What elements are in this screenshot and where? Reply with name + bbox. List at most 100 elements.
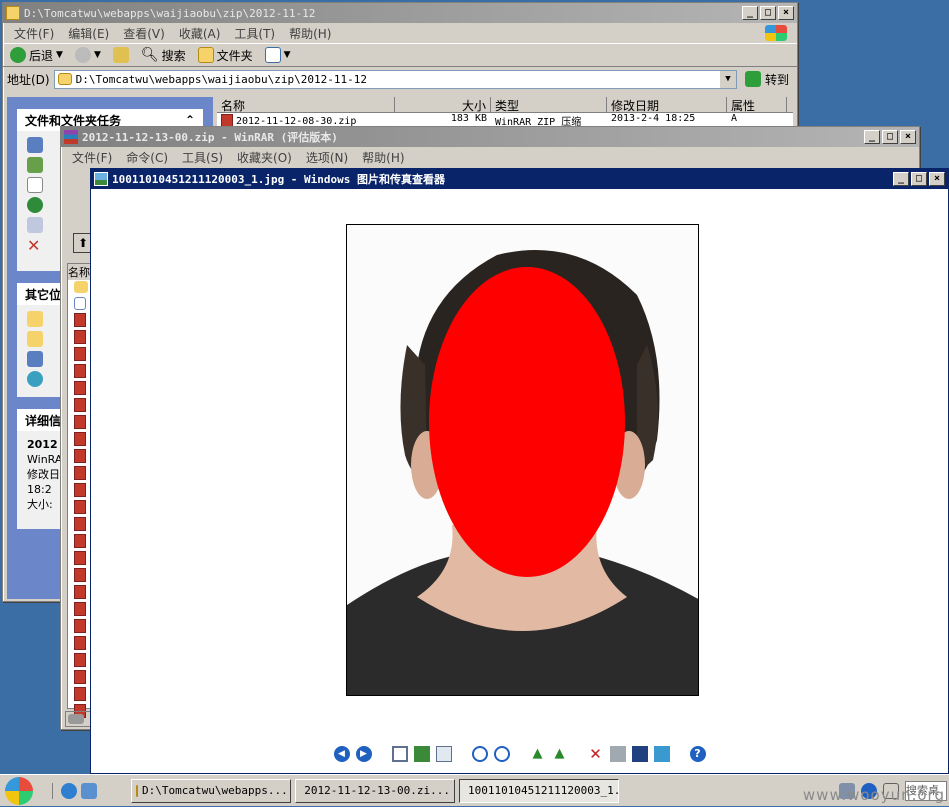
address-input[interactable]: D:\Tomcatwu\webapps\waijiaobu\zip\2012-1… <box>54 70 737 89</box>
show-desktop-icon[interactable] <box>81 783 97 799</box>
image-file-icon <box>74 653 86 667</box>
back-arrow-icon <box>10 47 26 63</box>
image-file-icon <box>74 670 86 684</box>
menu-file[interactable]: 文件(F) <box>67 149 117 166</box>
winrar-titlebar[interactable]: 2012-11-12-13-00.zip - WinRAR (评估版本) _ □… <box>61 127 919 147</box>
edit-image-icon[interactable] <box>654 746 670 762</box>
copy-icon <box>27 177 43 193</box>
image-file-icon <box>74 551 86 565</box>
maximize-button[interactable]: □ <box>882 130 898 144</box>
column-name[interactable]: 名称 <box>217 97 395 112</box>
windows-logo-icon <box>5 777 33 805</box>
menu-help[interactable]: 帮助(H) <box>357 149 409 166</box>
chevron-down-icon: ▼ <box>284 50 291 60</box>
previous-image-icon[interactable]: ◀ <box>334 746 350 762</box>
chevron-down-icon: ▼ <box>56 50 63 60</box>
menu-options[interactable]: 选项(N) <box>301 149 353 166</box>
up-folder-button[interactable] <box>110 47 132 63</box>
best-fit-icon[interactable] <box>392 746 408 762</box>
image-file-icon <box>74 687 86 701</box>
column-type[interactable]: 类型 <box>491 97 607 112</box>
menu-file[interactable]: 文件(F) <box>9 25 59 42</box>
maximize-button[interactable]: □ <box>760 6 776 20</box>
winrar-title: 2012-11-12-13-00.zip - WinRAR (评估版本) <box>82 129 864 145</box>
zoom-out-icon[interactable] <box>494 746 510 762</box>
portrait-image <box>347 225 699 696</box>
network-icon <box>27 371 43 387</box>
column-size[interactable]: 大小 <box>395 97 491 112</box>
column-date[interactable]: 修改日期 <box>607 97 727 112</box>
folder-icon <box>58 73 72 85</box>
go-button[interactable]: 转到 <box>741 71 793 88</box>
image-file-icon <box>74 313 86 327</box>
help-icon[interactable]: ? <box>690 746 706 762</box>
close-button[interactable]: × <box>778 6 794 20</box>
viewer-toolbar: ◀ ▶ ▲ ▲ ✕ ? <box>91 743 948 765</box>
actual-size-icon[interactable] <box>414 746 430 762</box>
slideshow-icon[interactable] <box>436 746 452 762</box>
minimize-button[interactable]: _ <box>893 172 909 186</box>
winrar-icon <box>64 130 78 144</box>
minimize-button[interactable]: _ <box>742 6 758 20</box>
menu-favorites[interactable]: 收藏(A) <box>174 25 226 42</box>
parent-folder-icon <box>74 281 88 293</box>
documents-icon <box>27 331 43 347</box>
taskbar-item-explorer[interactable]: D:\Tomcatwu\webapps... <box>131 779 291 803</box>
taskbar-item-viewer[interactable]: 10011010451211120003_1.jpg... <box>459 779 619 803</box>
delete-icon[interactable]: ✕ <box>588 746 604 762</box>
minimize-button[interactable]: _ <box>864 130 880 144</box>
menu-edit[interactable]: 编辑(E) <box>63 25 114 42</box>
image-file-icon <box>74 364 86 378</box>
menu-favorites[interactable]: 收藏夹(O) <box>232 149 297 166</box>
menu-help[interactable]: 帮助(H) <box>284 25 336 42</box>
folders-icon <box>198 47 214 63</box>
watermark: www.wooyun.org <box>803 786 945 804</box>
folder-icon <box>136 785 138 797</box>
chevron-down-icon[interactable]: ▼ <box>720 71 736 88</box>
viewer-titlebar[interactable]: 10011010451211120003_1.jpg - Windows 图片和… <box>91 169 948 189</box>
image-viewer-window[interactable]: 10011010451211120003_1.jpg - Windows 图片和… <box>90 168 949 774</box>
back-button[interactable]: 后退 ▼ <box>7 47 66 64</box>
explorer-titlebar[interactable]: D:\Tomcatwu\webapps\waijiaobu\zip\2012-1… <box>3 3 797 23</box>
explorer-toolbar: 后退 ▼ ▼ 🔍︎ 搜索 文件夹 ▼ <box>3 43 797 67</box>
menu-tools[interactable]: 工具(S) <box>177 149 228 166</box>
rotate-counterclockwise-icon[interactable]: ▲ <box>552 746 568 762</box>
email-icon <box>27 217 43 233</box>
face-mask <box>429 267 625 577</box>
publish-icon <box>27 197 43 213</box>
rotate-clockwise-icon[interactable]: ▲ <box>530 746 546 762</box>
image-file-icon <box>74 415 86 429</box>
photo <box>346 224 699 696</box>
address-label: 地址(D) <box>7 71 50 88</box>
image-file-icon <box>74 585 86 599</box>
up-folder-icon <box>113 47 129 63</box>
menu-commands[interactable]: 命令(C) <box>121 149 173 166</box>
search-button[interactable]: 🔍︎ 搜索 <box>138 47 189 64</box>
maximize-button[interactable]: □ <box>911 172 927 186</box>
image-file-icon <box>74 347 86 361</box>
move-icon <box>27 157 43 173</box>
column-attr[interactable]: 属性 <box>727 97 787 112</box>
start-button[interactable] <box>0 775 38 807</box>
close-button[interactable]: × <box>900 130 916 144</box>
close-button[interactable]: × <box>929 172 945 186</box>
zoom-in-icon[interactable] <box>472 746 488 762</box>
folders-button[interactable]: 文件夹 <box>195 47 256 64</box>
forward-button[interactable]: ▼ <box>72 47 104 63</box>
search-icon: 🔍︎ <box>141 47 159 63</box>
windows-logo-icon <box>765 25 787 41</box>
quick-launch <box>52 783 105 799</box>
menu-view[interactable]: 查看(V) <box>118 25 170 42</box>
chevron-down-icon: ▼ <box>94 50 101 60</box>
image-file-icon <box>74 466 86 480</box>
collapse-icon[interactable]: ⌃ <box>185 113 195 127</box>
print-icon[interactable] <box>610 746 626 762</box>
image-file-icon <box>74 398 86 412</box>
next-image-icon[interactable]: ▶ <box>356 746 372 762</box>
internet-explorer-icon[interactable] <box>61 783 77 799</box>
menu-tools[interactable]: 工具(T) <box>229 25 280 42</box>
taskbar-item-winrar[interactable]: 2012-11-12-13-00.zi... <box>295 779 455 803</box>
save-icon[interactable] <box>632 746 648 762</box>
explorer-menubar: 文件(F) 编辑(E) 查看(V) 收藏(A) 工具(T) 帮助(H) <box>3 23 797 43</box>
views-button[interactable]: ▼ <box>262 47 294 63</box>
